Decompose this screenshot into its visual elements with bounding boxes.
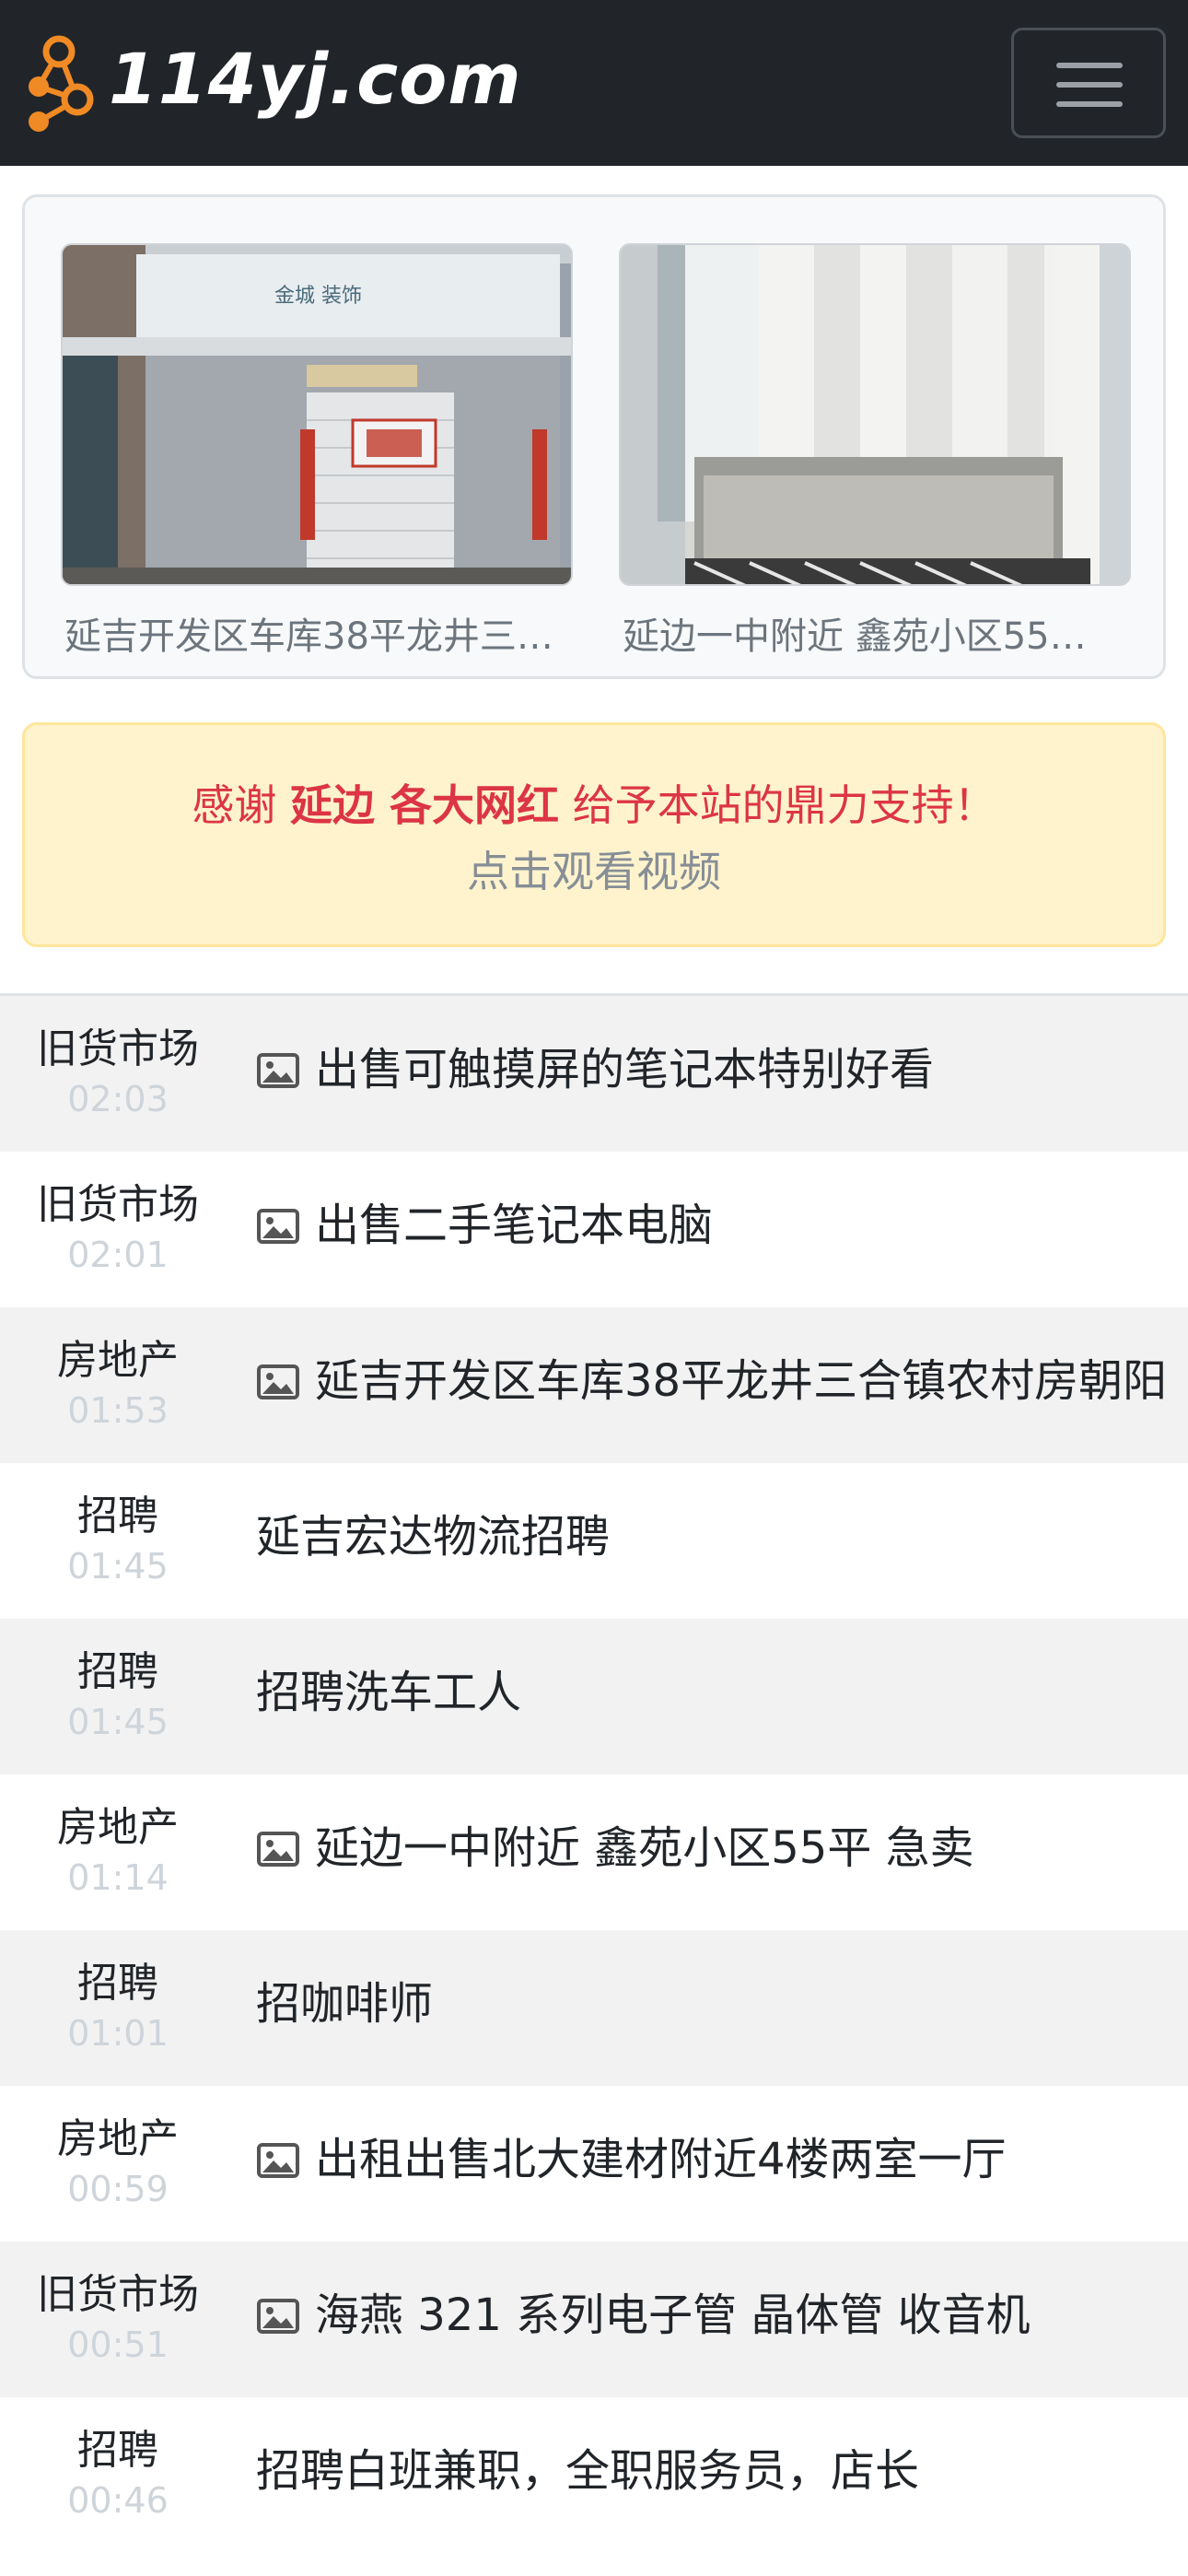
listing-title[interactable]: 招咖啡师	[256, 1978, 433, 2032]
listing-title-wrap[interactable]: 延吉开发区车库38平龙井三合镇农村房朝阳	[256, 1355, 1175, 1409]
listing-row[interactable]: 旧货市场 02:01 出售二手笔记本电脑	[0, 1152, 1188, 1307]
listing-title[interactable]: 出售可触摸屏的笔记本特别好看	[315, 1044, 934, 1097]
listing-title[interactable]: 海燕 321 系列电子管 晶体管 收音机	[315, 2289, 1031, 2343]
listing-title-wrap[interactable]: 延吉宏达物流招聘	[256, 1511, 1175, 1564]
listing-title-wrap[interactable]: 招咖啡师	[256, 1978, 1175, 2032]
listing-row[interactable]: 招聘 01:01 招咖啡师	[0, 1930, 1188, 2086]
listing-row[interactable]: 招聘 01:45 延吉宏达物流招聘	[0, 1463, 1188, 1619]
watch-video-link[interactable]: 点击观看视频	[25, 847, 1163, 897]
featured-title[interactable]: 延边一中附近 鑫苑小区55平 急卖	[619, 606, 1116, 660]
image-icon	[256, 1206, 300, 1247]
listing-time: 02:03	[67, 1079, 169, 1119]
listing-time: 01:14	[67, 1857, 169, 1898]
listing-title[interactable]: 招聘洗车工人	[256, 1667, 521, 1720]
listing-category[interactable]: 招聘	[0, 1493, 236, 1539]
listing-title-wrap[interactable]: 延边一中附近 鑫苑小区55平 急卖	[256, 1822, 1175, 1876]
image-icon	[256, 2140, 300, 2181]
listing-category[interactable]: 招聘	[0, 1649, 236, 1694]
listing-title[interactable]: 延边一中附近 鑫苑小区55平 急卖	[315, 1822, 974, 1876]
notice-text: 感谢 延边 各大网红 给予本站的鼎力支持！	[25, 780, 1163, 831]
listing-title[interactable]: 招聘白班兼职，全职服务员，店长	[256, 2445, 919, 2499]
listing-time: 01:53	[67, 1390, 169, 1431]
hamburger-icon-bar	[1056, 82, 1123, 88]
image-icon	[256, 1362, 300, 1402]
image-icon	[256, 1829, 300, 1869]
image-icon	[256, 1050, 300, 1091]
listing-list: 旧货市场 02:03 出售可触摸屏的笔记本特别好看 旧货市场 02:01 出售二手笔记本电…	[0, 993, 1188, 2553]
listing-row[interactable]: 旧货市场 02:03 出售可触摸屏的笔记本特别好看	[0, 996, 1188, 1152]
listing-category[interactable]: 招聘	[0, 1961, 236, 2006]
featured-photo-garage[interactable]: 金城 装饰	[61, 243, 573, 586]
navbar: 114yj.com	[0, 0, 1188, 166]
listing-time: 01:45	[67, 1702, 169, 1742]
listing-category[interactable]: 招聘	[0, 2428, 236, 2473]
featured-card[interactable]: 金城 装饰 延吉开发区车库38平龙井三合镇农村房朝阳	[61, 243, 573, 660]
featured-photo-room[interactable]	[619, 243, 1131, 586]
featured-title[interactable]: 延吉开发区车库38平龙井三合镇农村房朝阳	[61, 606, 558, 660]
listing-category[interactable]: 房地产	[0, 1805, 236, 1850]
listing-title-wrap[interactable]: 出租出售北大建材附近4楼两室一厅	[256, 2134, 1175, 2187]
listing-time: 00:59	[67, 2169, 169, 2209]
listing-category[interactable]: 旧货市场	[0, 1026, 236, 1071]
featured-section: 金城 装饰 延吉开发区车库38平龙井三合镇农村房朝阳	[22, 194, 1166, 679]
listing-category[interactable]: 房地产	[0, 1338, 236, 1383]
menu-toggle-button[interactable]	[1011, 28, 1166, 138]
listing-row[interactable]: 招聘 00:46 招聘白班兼职，全职服务员，店长	[0, 2397, 1188, 2553]
hamburger-icon-bar	[1056, 63, 1123, 68]
listing-title[interactable]: 出租出售北大建材附近4楼两室一厅	[315, 2134, 1007, 2187]
image-icon	[256, 2296, 300, 2336]
notice-highlight: 延边 各大网红	[289, 780, 559, 830]
hamburger-icon-bar	[1056, 101, 1123, 107]
sponsor-notice[interactable]: 感谢 延边 各大网红 给予本站的鼎力支持！ 点击观看视频	[22, 722, 1166, 947]
listing-title[interactable]: 延吉宏达物流招聘	[256, 1511, 610, 1564]
listing-title[interactable]: 延吉开发区车库38平龙井三合镇农村房朝阳	[315, 1355, 1167, 1409]
listing-time: 01:45	[67, 1546, 169, 1587]
listing-title-wrap[interactable]: 出售二手笔记本电脑	[256, 1200, 1175, 1253]
listing-row[interactable]: 旧货市场 00:51 海燕 321 系列电子管 晶体管 收音机	[0, 2242, 1188, 2397]
listing-title-wrap[interactable]: 出售可触摸屏的笔记本特别好看	[256, 1044, 1175, 1097]
listing-row[interactable]: 房地产 00:59 出租出售北大建材附近4楼两室一厅	[0, 2086, 1188, 2242]
listing-time: 02:01	[67, 1235, 169, 1275]
listing-time: 01:01	[67, 2013, 169, 2054]
logo-icon[interactable]	[22, 33, 98, 135]
site-brand[interactable]: 114yj.com	[109, 44, 522, 114]
listing-title-wrap[interactable]: 海燕 321 系列电子管 晶体管 收音机	[256, 2289, 1175, 2343]
listing-title-wrap[interactable]: 招聘白班兼职，全职服务员，店长	[256, 2445, 1175, 2499]
featured-card[interactable]: 延边一中附近 鑫苑小区55平 急卖	[619, 243, 1131, 660]
listing-time: 00:51	[67, 2324, 169, 2365]
listing-row[interactable]: 房地产 01:53 延吉开发区车库38平龙井三合镇农村房朝阳	[0, 1307, 1188, 1463]
listing-category[interactable]: 旧货市场	[0, 1182, 236, 1227]
svg-text:金城 装饰: 金城 装饰	[274, 285, 362, 308]
notice-prefix: 感谢	[192, 780, 290, 830]
listing-title-wrap[interactable]: 招聘洗车工人	[256, 1667, 1175, 1720]
listing-title[interactable]: 出售二手笔记本电脑	[315, 1200, 713, 1253]
listing-time: 00:46	[67, 2480, 169, 2521]
listing-row[interactable]: 招聘 01:45 招聘洗车工人	[0, 1619, 1188, 1774]
listing-category[interactable]: 旧货市场	[0, 2272, 236, 2317]
listing-category[interactable]: 房地产	[0, 2116, 236, 2161]
listing-row[interactable]: 房地产 01:14 延边一中附近 鑫苑小区55平 急卖	[0, 1774, 1188, 1930]
notice-suffix: 给予本站的鼎力支持！	[559, 780, 996, 830]
